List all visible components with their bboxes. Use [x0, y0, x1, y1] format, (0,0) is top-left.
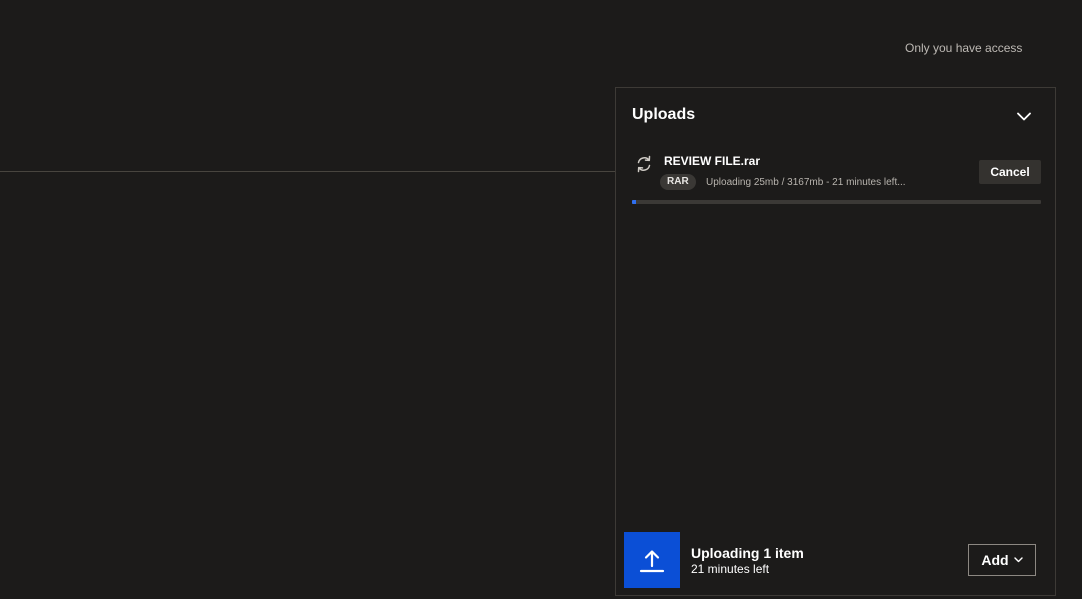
- summary-time-left: 21 minutes left: [691, 562, 770, 576]
- chevron-down-icon: [1013, 557, 1023, 563]
- page: Only you have access Uploads REVIEW FILE…: [0, 0, 1082, 599]
- collapse-button[interactable]: [1012, 106, 1036, 126]
- upload-summary: Uploading 1 item 21 minutes left Add: [624, 532, 1049, 590]
- add-button[interactable]: Add: [968, 544, 1036, 576]
- access-status: Only you have access: [905, 41, 1023, 55]
- upload-item: REVIEW FILE.rar RAR Uploading 25mb / 316…: [616, 150, 1057, 210]
- upload-progress-fill: [632, 200, 637, 204]
- file-type-badge: RAR: [660, 174, 696, 190]
- panel-title: Uploads: [632, 106, 696, 123]
- upload-arrow-icon: [639, 550, 665, 573]
- cancel-button[interactable]: Cancel: [979, 160, 1041, 184]
- file-name: REVIEW FILE.rar: [664, 154, 761, 168]
- upload-progress-bar: [632, 200, 1041, 204]
- upload-status: Uploading 25mb / 3167mb - 21 minutes lef…: [706, 177, 906, 188]
- chevron-down-icon: [1017, 112, 1031, 120]
- add-button-label: Add: [981, 552, 1009, 568]
- upload-status-tile: [624, 532, 680, 588]
- summary-title: Uploading 1 item: [691, 545, 804, 561]
- uploads-panel: Uploads REVIEW FILE.rar RAR Uploading 25…: [615, 87, 1056, 596]
- divider: [0, 171, 616, 172]
- sync-icon: [637, 155, 651, 173]
